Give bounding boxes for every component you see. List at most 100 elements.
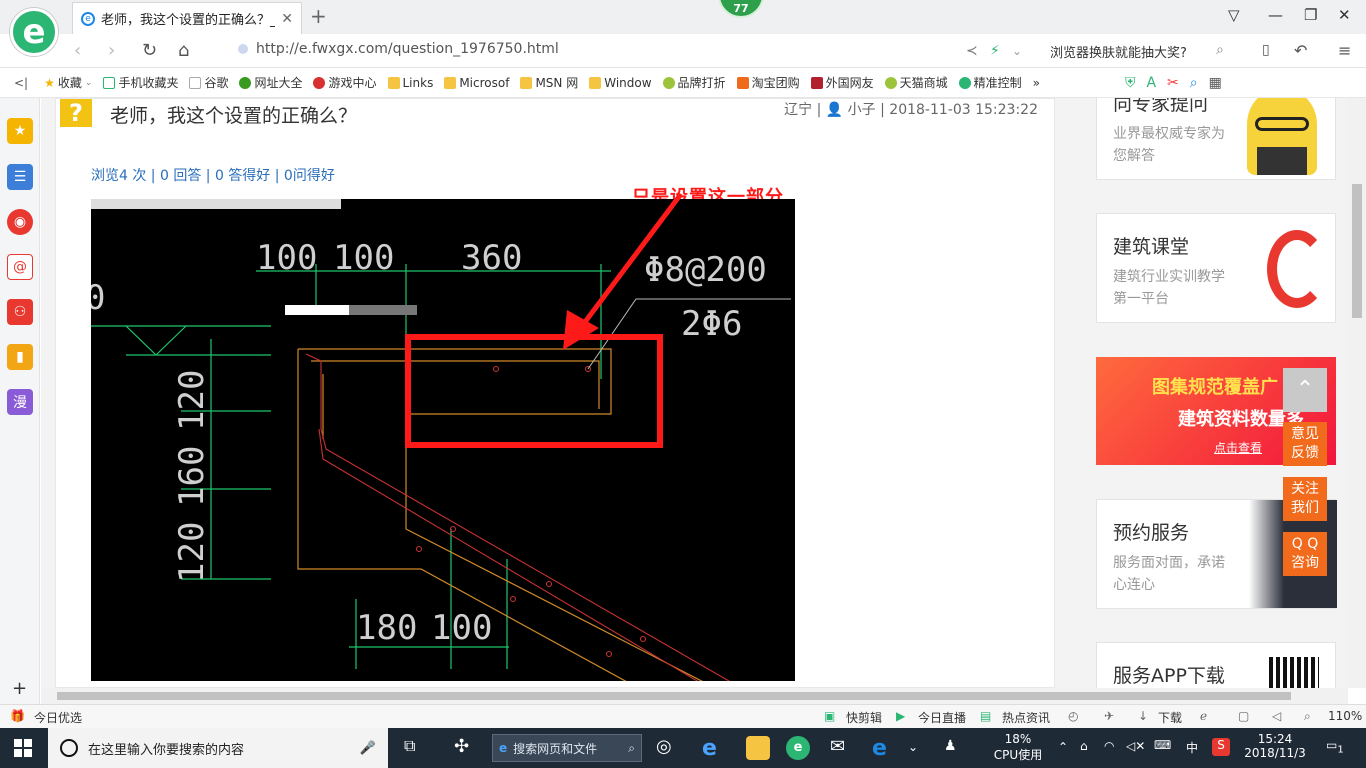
- volume-icon[interactable]: ◁: [1272, 709, 1281, 723]
- notification-badge[interactable]: 77: [718, 0, 764, 18]
- bookmark-games[interactable]: 游戏中心: [313, 74, 377, 91]
- notification-center-icon[interactable]: ▭1: [1326, 738, 1344, 755]
- edge-icon[interactable]: e: [872, 736, 896, 761]
- undo-icon[interactable]: ↶: [1294, 41, 1307, 60]
- qq-consult-button[interactable]: Q Q 咨询: [1283, 532, 1327, 576]
- tab-close-button[interactable]: ✕: [281, 11, 293, 27]
- bookmark-links[interactable]: Links: [387, 76, 433, 90]
- add-sidebar-button[interactable]: +: [12, 678, 27, 699]
- book-icon[interactable]: ▮: [7, 344, 33, 370]
- translate-icon[interactable]: A: [1146, 75, 1156, 91]
- back-button[interactable]: ‹: [74, 40, 81, 61]
- speed-mode-icon[interactable]: ⚡: [990, 43, 1000, 59]
- speed-icon[interactable]: ◴: [1068, 709, 1078, 723]
- today-live[interactable]: 今日直播: [918, 709, 966, 726]
- clock[interactable]: 15:24 2018/11/3: [1244, 732, 1306, 760]
- find-icon[interactable]: ⌕: [1190, 75, 1198, 91]
- ie-mode-icon[interactable]: ℯ: [1200, 709, 1207, 723]
- today-picks[interactable]: 今日优选: [34, 709, 82, 726]
- tab-active[interactable]: e 老师，我这个设置的正确么？_广 ✕: [72, 2, 302, 34]
- spiral-app-icon[interactable]: ◎: [656, 736, 680, 760]
- home-icon[interactable]: ⌂: [178, 40, 189, 61]
- bookmark-windows[interactable]: Window: [589, 76, 652, 90]
- search-promo[interactable]: 浏览器换肤就能抽大奖?: [1050, 42, 1187, 61]
- ime-indicator[interactable]: 中: [1186, 739, 1198, 756]
- mail-icon[interactable]: ✉: [830, 736, 854, 760]
- bookmark-control[interactable]: 精准控制: [958, 74, 1022, 91]
- scissors-icon[interactable]: ✂: [1167, 75, 1179, 91]
- search-icon[interactable]: ⌕: [1216, 42, 1224, 58]
- vertical-scrollbar[interactable]: [1348, 98, 1366, 688]
- follow-button[interactable]: 关注 我们: [1283, 477, 1327, 521]
- bookmark-more[interactable]: »: [1033, 76, 1040, 90]
- quick-clip[interactable]: 快剪辑: [846, 709, 882, 726]
- bookmark-microsoft[interactable]: Microsof: [444, 76, 509, 90]
- hot-news[interactable]: 热点资讯: [1002, 709, 1050, 726]
- chevron-down-icon[interactable]: ⌄: [908, 740, 918, 754]
- bookmark-google[interactable]: 谷歌: [189, 74, 228, 91]
- comic-icon[interactable]: 漫: [7, 389, 33, 415]
- web-search-box[interactable]: e 搜索网页和文件 ⌕: [492, 734, 642, 762]
- course-card[interactable]: 建筑课堂 建筑行业实训教学第一平台: [1096, 213, 1336, 323]
- chevron-up-icon[interactable]: ⌃: [1058, 740, 1068, 754]
- new-tab-button[interactable]: +: [310, 4, 327, 28]
- close-window-button[interactable]: ✕: [1338, 6, 1351, 24]
- user-name[interactable]: 小子: [848, 102, 876, 118]
- bookmark-discount[interactable]: 品牌打折: [662, 74, 726, 91]
- news-icon[interactable]: ☰: [7, 164, 33, 190]
- weibo-icon[interactable]: ◉: [7, 209, 33, 235]
- zoom-icon[interactable]: ⌕: [1304, 709, 1311, 724]
- menu-icon[interactable]: ≡: [1338, 41, 1351, 60]
- scroll-thumb[interactable]: [1352, 184, 1362, 318]
- people-icon[interactable]: ♟: [944, 738, 957, 754]
- pin-icon[interactable]: ✈: [1104, 709, 1114, 723]
- cpu-meter[interactable]: 18% CPU使用: [990, 732, 1046, 763]
- window-icon[interactable]: ▢: [1238, 709, 1249, 723]
- shield-icon[interactable]: ⛨: [1125, 75, 1136, 91]
- download-button[interactable]: 下载: [1158, 709, 1182, 726]
- url-field[interactable]: http://e.fwxgx.com/question_1976750.html: [238, 41, 559, 57]
- zoom-level[interactable]: 110%: [1328, 709, 1362, 723]
- forward-button[interactable]: ›: [108, 40, 115, 61]
- browser-logo[interactable]: e: [10, 8, 58, 56]
- file-explorer-icon[interactable]: [746, 736, 770, 760]
- mute-icon[interactable]: ◁✕: [1126, 739, 1145, 753]
- back-to-top-icon[interactable]: ⌃: [1283, 368, 1327, 412]
- restore-button[interactable]: ❐: [1304, 6, 1317, 24]
- mobile-icon[interactable]: ▯: [1262, 42, 1270, 58]
- question-stats[interactable]: 浏览4 次 | 0 回答 | 0 答得好 | 0问得好: [91, 165, 335, 185]
- gift-icon[interactable]: 🎁: [10, 709, 25, 723]
- bookmark-wangzhi[interactable]: 网址大全: [239, 74, 302, 91]
- scroll-thumb[interactable]: [57, 692, 1291, 700]
- sogou-icon[interactable]: S: [1212, 738, 1230, 756]
- refresh-icon[interactable]: ↻: [142, 40, 157, 61]
- internet-explorer-icon[interactable]: e: [702, 736, 726, 761]
- feedback-button[interactable]: 意见 反馈: [1283, 422, 1327, 466]
- sidebar-toggle-icon[interactable]: <|: [14, 76, 28, 90]
- location[interactable]: 辽宁: [784, 102, 812, 118]
- apps-icon[interactable]: ▦: [1209, 75, 1222, 91]
- app-download-card[interactable]: 服务APP下载: [1096, 642, 1336, 688]
- wifi-icon[interactable]: ◠: [1104, 739, 1114, 753]
- pinwheel-icon[interactable]: ✣: [454, 736, 478, 760]
- keyboard-icon[interactable]: ⌨: [1154, 738, 1171, 752]
- network-icon[interactable]: ⌂: [1080, 739, 1088, 753]
- game-icon[interactable]: ⚇: [7, 299, 33, 325]
- bookmark-msn[interactable]: MSN 网: [520, 74, 578, 91]
- chevron-down-icon[interactable]: ⌄: [1012, 44, 1022, 58]
- banner-cta[interactable]: 点击查看: [1214, 439, 1262, 456]
- minimize-button[interactable]: —: [1268, 6, 1283, 24]
- skin-icon[interactable]: ▽: [1228, 6, 1240, 24]
- mail-icon[interactable]: @: [7, 254, 33, 280]
- browser-taskbar-icon[interactable]: e: [786, 736, 810, 760]
- taskbar-search[interactable]: 在这里输入你要搜索的内容 🎤: [48, 728, 388, 768]
- task-view-icon[interactable]: ⧉: [404, 736, 428, 760]
- bookmark-tmall[interactable]: 天猫商城: [884, 74, 948, 91]
- share-icon[interactable]: ≺: [966, 43, 978, 59]
- horizontal-scrollbar[interactable]: [41, 688, 1348, 704]
- microphone-icon[interactable]: 🎤: [360, 741, 376, 756]
- bookmark-taobao[interactable]: 淘宝团购: [736, 74, 800, 91]
- ask-expert-card[interactable]: 向专家提问 业界最权威专家为您解答: [1096, 98, 1336, 180]
- bookmark-foreign[interactable]: 外国网友: [810, 74, 874, 91]
- bookmark-mobile[interactable]: 手机收藏夹: [103, 74, 178, 91]
